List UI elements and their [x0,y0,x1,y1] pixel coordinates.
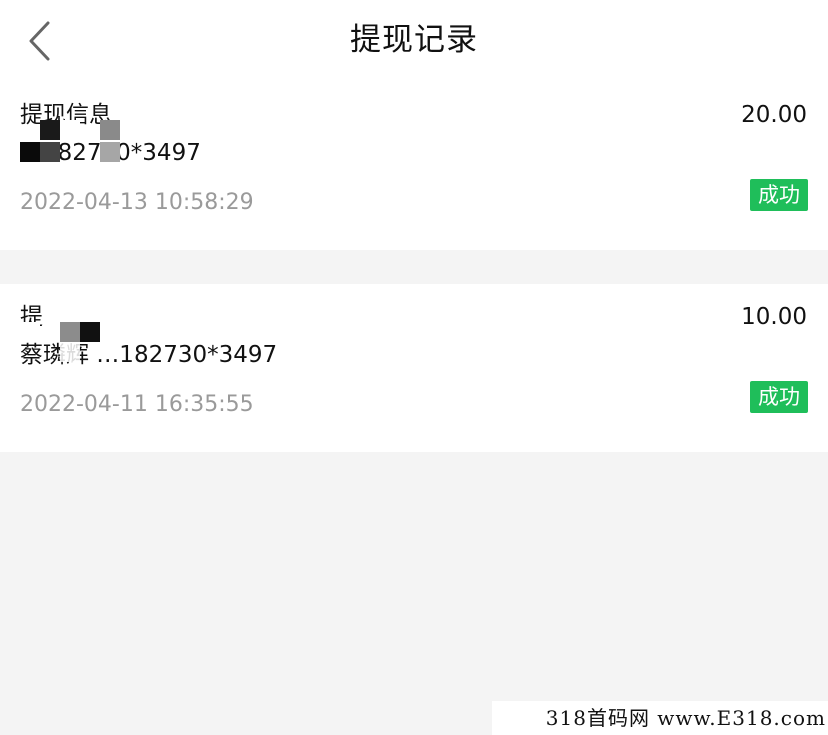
top-navigation-bar: 提现记录 [0,0,828,82]
status-badge: 成功 [750,381,808,413]
withdrawal-record[interactable]: 提现信息 …182730*3497 20.00 2022-04-13 10:58… [0,82,828,250]
page-title: 提现记录 [350,22,478,58]
status-badge: 成功 [750,179,808,211]
site-watermark: 318首码网 www.E318.com [492,701,828,735]
record-amount: 10.00 [741,304,807,330]
withdrawal-record[interactable]: 提 蔡璘辉 …182730*3497 10.00 2022-04-11 16:3… [0,284,828,452]
privacy-mosaic [20,120,120,164]
record-time: 2022-04-13 10:58:29 [20,190,254,215]
record-time: 2022-04-11 16:35:55 [20,392,254,417]
privacy-mosaic [20,320,120,364]
record-amount: 20.00 [741,102,807,128]
